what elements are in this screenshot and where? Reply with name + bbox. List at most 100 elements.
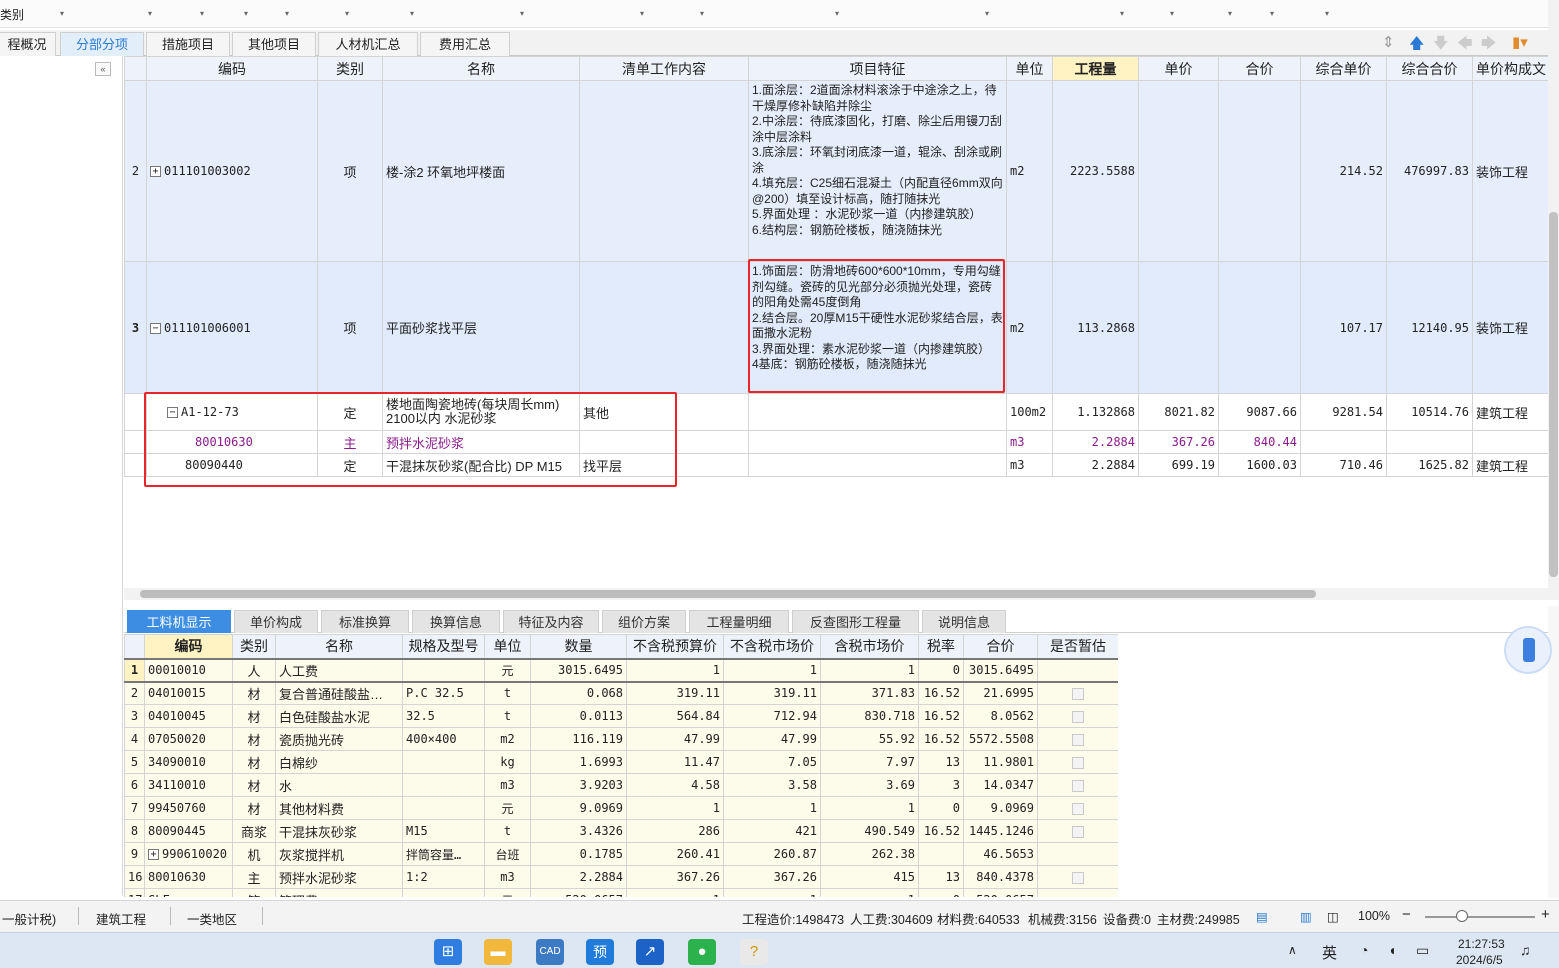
table-row[interactable]: − A1-12-73 定 楼地面陶瓷地砖(每块周长mm) 2100以内 水泥砂浆 … (124, 393, 1548, 431)
market-price-cell[interactable]: 1 (723, 796, 821, 820)
code-cell[interactable]: 34110010 (144, 773, 233, 797)
dropdown-caret-icon[interactable]: ▾ (1325, 9, 1329, 18)
work-content-cell[interactable] (579, 430, 749, 454)
type-cell[interactable]: 项 (317, 261, 383, 394)
wifi-icon[interactable]: ◔ (1360, 942, 1368, 958)
column-header[interactable] (124, 634, 145, 659)
column-header[interactable]: 含税市场价 (820, 634, 919, 659)
tab-measures[interactable]: 措施项目 (146, 32, 230, 56)
move-right-icon[interactable]: 🡆 (1481, 33, 1497, 58)
column-header[interactable]: 规格及型号 (402, 634, 485, 659)
column-header-quantity[interactable]: 工程量 (1052, 56, 1139, 81)
type-cell[interactable]: 主 (317, 430, 383, 454)
total-cell[interactable]: 520.0657 (963, 888, 1038, 897)
start-menu-icon[interactable]: ⊞ (434, 939, 462, 965)
budget-price-cell[interactable]: 1 (626, 888, 724, 897)
dropdown-caret-icon[interactable]: ▾ (345, 9, 349, 18)
provisional-checkbox[interactable] (1072, 756, 1084, 769)
expand-icon[interactable]: + (150, 166, 161, 177)
tax-rate-cell[interactable]: 0 (918, 796, 964, 820)
unit-cell[interactable]: m2 (484, 727, 531, 751)
provisional-checkbox[interactable] (1072, 779, 1084, 792)
table-row-selected[interactable]: 3 −011101006001 项 平面砂浆找平层 1.饰面层：防滑地砖600*… (124, 261, 1548, 394)
composition-cell[interactable]: 建筑工程 (1472, 393, 1548, 431)
tax-market-price-cell[interactable]: 7.97 (820, 750, 919, 774)
column-header[interactable]: 综合合价 (1386, 56, 1473, 81)
market-price-cell[interactable]: 7.05 (723, 750, 821, 774)
cad-app-icon[interactable]: CAD (536, 939, 564, 965)
market-price-cell[interactable]: 260.87 (723, 842, 821, 866)
code-cell[interactable]: GLF (144, 888, 233, 897)
code-cell[interactable]: +011101003002 (146, 80, 318, 262)
name-cell[interactable]: 灰浆搅拌机 (275, 842, 403, 866)
composition-cell[interactable] (1472, 430, 1548, 454)
quantity-cell[interactable]: 2223.5588 (1052, 80, 1139, 262)
feature-cell[interactable] (748, 453, 1007, 477)
total-cell[interactable]: 840.4378 (963, 865, 1038, 889)
floating-assistant-button[interactable] (1504, 626, 1552, 674)
total-cell[interactable]: 840.44 (1218, 430, 1301, 454)
spec-cell[interactable]: P.C 32.5 (402, 681, 485, 705)
provisional-checkbox[interactable] (1072, 802, 1084, 815)
move-left-icon[interactable]: 🡄 (1457, 33, 1473, 58)
name-cell[interactable]: 复合普通硅酸盐… (275, 681, 403, 705)
quantity-cell[interactable]: 2.2884 (530, 865, 627, 889)
provisional-checkbox-cell[interactable] (1037, 727, 1118, 751)
table-row[interactable]: 80010630 主 预拌水泥砂浆 m3 2.2884 367.26 840.4… (124, 430, 1548, 454)
market-price-cell[interactable]: 3.58 (723, 773, 821, 797)
app-icon[interactable]: ↗ (636, 939, 664, 965)
provisional-checkbox[interactable] (1072, 871, 1084, 884)
total-cell[interactable]: 21.6995 (963, 681, 1038, 705)
quantity-cell[interactable]: 0.068 (530, 681, 627, 705)
budget-price-cell[interactable]: 319.11 (626, 681, 724, 705)
file-explorer-icon[interactable]: ▬ (484, 939, 512, 965)
quantity-cell[interactable]: 9.0969 (530, 796, 627, 820)
total-cell[interactable]: 9.0969 (963, 796, 1038, 820)
budget-price-cell[interactable]: 47.99 (626, 727, 724, 751)
help-app-icon[interactable]: ? (740, 939, 768, 965)
name-cell[interactable]: 干混抹灰砂浆 (275, 819, 403, 843)
quantity-cell[interactable]: 3.4326 (530, 819, 627, 843)
vertical-scroll-thumb[interactable] (1549, 212, 1558, 577)
grid-view-icon[interactable]: ▤ (1256, 909, 1268, 924)
provisional-checkbox-cell[interactable] (1037, 681, 1118, 705)
tax-rate-cell[interactable]: 13 (918, 750, 964, 774)
dropdown-caret-icon[interactable]: ▾ (700, 9, 704, 18)
market-price-cell[interactable]: 367.26 (723, 865, 821, 889)
name-cell[interactable]: 白棉纱 (275, 750, 403, 774)
tax-market-price-cell[interactable]: 3.69 (820, 773, 919, 797)
total-cell[interactable]: 3015.6495 (963, 657, 1038, 683)
dropdown-caret-icon[interactable]: ▾ (285, 9, 289, 18)
code-cell[interactable]: −011101006001 (146, 261, 318, 394)
column-header[interactable]: 类别 (317, 56, 383, 81)
table-row[interactable]: 4 07050020 材瓷质抛光砖 400×400 m2 116.119 47.99 47.9… (124, 727, 1118, 751)
quantity-cell[interactable]: 113.2868 (1052, 261, 1139, 394)
type-cell[interactable]: 主 (232, 865, 276, 889)
dropdown-caret-icon[interactable]: ▾ (410, 9, 414, 18)
tab-reverse-graphic-quantity[interactable]: 反查图形工程量 (792, 610, 919, 633)
collapse-icon[interactable]: − (150, 322, 161, 334)
work-content-cell[interactable]: 找平层 (579, 453, 749, 477)
bookmark-icon[interactable]: ▮▾ (1512, 33, 1528, 51)
move-up-icon[interactable]: 🡅 (1409, 33, 1424, 58)
type-cell[interactable]: 材 (232, 773, 276, 797)
column-header[interactable]: 编码 (146, 56, 318, 81)
table-row[interactable]: 2 04010015 材复合普通硅酸盐… P.C 32.5 t 0.068 319.11 31… (124, 681, 1118, 705)
provisional-checkbox-cell[interactable] (1037, 819, 1118, 843)
unit-cell[interactable]: m2 (1006, 80, 1053, 262)
comp-total-cell[interactable]: 12140.95 (1386, 261, 1473, 394)
tax-rate-cell[interactable]: 0 (918, 657, 964, 683)
unit-cell[interactable]: 台班 (484, 842, 531, 866)
unit-price-cell[interactable]: 107.17 (1300, 261, 1387, 394)
feature-cell[interactable]: 1.面涂层：2道面涂材料滚涂于中途涂之上，待干燥厚修补缺陷并除尘 2.中涂层：待… (748, 80, 1007, 262)
name-cell[interactable]: 楼地面陶瓷地砖(每块周长mm) 2100以内 水泥砂浆 (382, 393, 580, 431)
spec-cell[interactable]: M15 (402, 819, 485, 843)
tab-sub-items[interactable]: 分部分项 (60, 32, 144, 56)
tab-standard-conversion[interactable]: 标准换算 (321, 610, 409, 633)
column-settings-icon[interactable]: ⇕ (1382, 33, 1395, 51)
budget-price-cell[interactable]: 4.58 (626, 773, 724, 797)
provisional-checkbox-cell[interactable] (1037, 704, 1118, 728)
comp-total-cell[interactable]: 1625.82 (1386, 453, 1473, 477)
name-cell[interactable]: 人工费 (275, 657, 403, 683)
market-price-cell[interactable]: 47.99 (723, 727, 821, 751)
